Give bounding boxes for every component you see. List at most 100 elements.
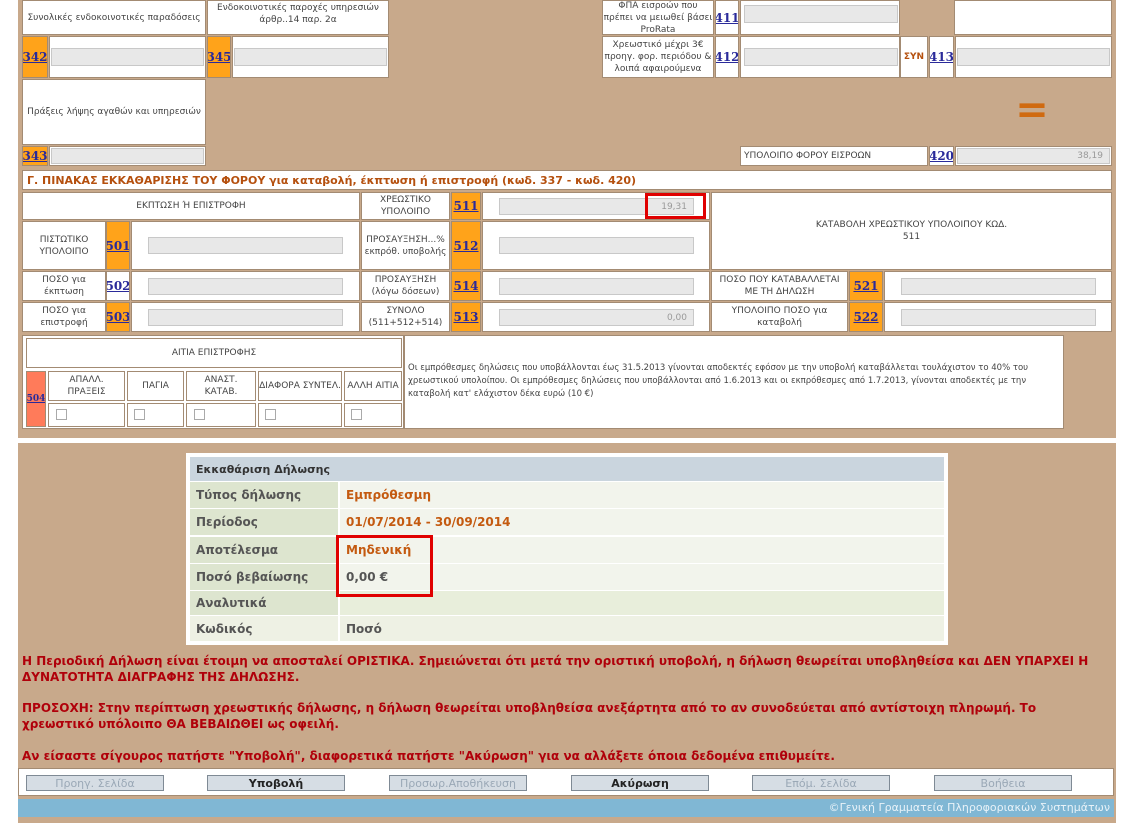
purchases-label: Πράξεις λήψης αγαθών και υπηρεσιών [22, 79, 206, 145]
cancel-button[interactable]: Ακύρωση [571, 775, 709, 791]
total-label: ΣΥΝΟΛΟ (511+512+514) [361, 302, 450, 332]
reason-rate-diff-checkbox[interactable] [194, 409, 205, 420]
deduction-refund-header: ΕΚΠΤΩΣΗ Ή ΕΠΙΣΤΡΟΦΗ [22, 192, 360, 220]
intra-community-deliveries-label: Συνολικές ενδοκοινοτικές παραδόσεις [22, 0, 206, 35]
field-521-input[interactable] [901, 278, 1096, 295]
syn-text: ΣΥΝ [903, 52, 925, 62]
surcharge-pct-label: ΠΡΟΣΑΥΞΗΣΗ...% εκπρόθ. υποβολής [361, 221, 450, 270]
code-512-link[interactable]: 512 [451, 221, 481, 270]
code-345-link[interactable]: 345 [207, 36, 231, 78]
code-514-link[interactable]: 514 [451, 271, 481, 301]
code-513-text: 513 [453, 310, 479, 324]
field-420-input[interactable]: 38,19 [957, 148, 1110, 164]
field-503-input[interactable] [148, 309, 343, 326]
declaration-type-value: Εμπρόθεσμη [340, 482, 944, 508]
separator [18, 438, 1116, 443]
amount-refund-label: ΠΟΣΟ για επιστροφή [22, 302, 106, 332]
code-413-link[interactable]: 413 [929, 36, 954, 78]
settlement-summary-panel: Εκκαθάριση Δήλωσης Τύπος δήλωσης Εμπρόθε… [186, 453, 948, 645]
field-501-input[interactable] [148, 237, 343, 254]
reason-exempt-header: ΑΠΑΛΛ. ΠΡΑΞΕΙΣ [48, 371, 125, 401]
surcharge-pct-text: ΠΡΟΣΑΥΞΗΣΗ...% εκπρόθ. υποβολής [364, 234, 447, 257]
reason-diff-coef-checkbox[interactable] [265, 409, 276, 420]
code-504-link[interactable]: 504 [26, 371, 46, 427]
field-522-input[interactable] [901, 309, 1096, 326]
intra-community-services-label: Ενδοκοινοτικές παροχές υπηρεσιών άρθρ..1… [207, 0, 389, 35]
refund-note-text: Οι εμπρόθεσμες δηλώσεις που υποβάλλονται… [408, 363, 1029, 399]
submit-button[interactable]: Υποβολή [207, 775, 345, 791]
field-502-input[interactable] [148, 278, 343, 295]
reason-other-checkbox[interactable] [351, 409, 362, 420]
amount-paid-text: ΠΟΣΟ ΠΟΥ ΚΑΤΑΒΑΛΛΕΤΑΙ ΜΕ ΤΗ ΔΗΛΩΣΗ [719, 275, 840, 297]
code-501-link[interactable]: 501 [106, 221, 130, 270]
code-501-text: 501 [106, 238, 130, 253]
temp-save-button[interactable]: Προσωρ.Αποθήκευση [389, 775, 527, 791]
equals-sign: = [1015, 87, 1049, 133]
payment-debit-text: ΚΑΤΑΒΟΛΗ ΧΡΕΩΣΤΙΚΟΥ ΥΠΟΛΟΙΠΟΥ ΚΩΔ. 511 [815, 220, 1008, 242]
button-bar: Προηγ. Σελίδα Υποβολή Προσωρ.Αποθήκευση … [18, 768, 1114, 796]
amount-paid-label: ΠΟΣΟ ΠΟΥ ΚΑΤΑΒΑΛΛΕΤΑΙ ΜΕ ΤΗ ΔΗΛΩΣΗ [711, 271, 848, 301]
field-514-input[interactable] [499, 278, 694, 295]
total-text: ΣΥΝΟΛΟ (511+512+514) [368, 306, 443, 328]
help-button[interactable]: Βοήθεια [934, 775, 1072, 791]
result-label: Αποτέλεσμα [190, 537, 338, 563]
code-513-link[interactable]: 513 [451, 302, 481, 332]
code-412-text: 412 [715, 50, 739, 64]
reason-rate-diff-text: ΑΝΑΣΤ. ΚΑΤΑΒ. [204, 375, 238, 397]
code-521-link[interactable]: 521 [849, 271, 883, 301]
code-503-link[interactable]: 503 [106, 302, 130, 332]
submission-notice: Η Περιοδική Δήλωση είναι έτοιμη να αποστ… [20, 650, 1114, 765]
highlight-511 [645, 193, 706, 219]
field-411-input[interactable] [744, 5, 898, 23]
payment-debit-header: ΚΑΤΑΒΟΛΗ ΧΡΕΩΣΤΙΚΟΥ ΥΠΟΛΟΙΠΟΥ ΚΩΔ. 511 [711, 192, 1112, 270]
code-522-link[interactable]: 522 [849, 302, 883, 332]
field-345-input[interactable] [234, 48, 387, 66]
vat-prorata-text: ΦΠΑ εισροών που πρέπει να μειωθεί βάσει … [603, 0, 713, 35]
reason-exempt-checkbox[interactable] [56, 409, 67, 420]
remaining-amount-text: ΥΠΟΛΟΙΠΟ ΠΟΣΟ για καταβολή [731, 306, 828, 328]
field-342-input[interactable] [51, 48, 204, 66]
code-413-text: 413 [929, 50, 954, 64]
assessment-amount-label: Ποσό βεβαίωσης [190, 564, 338, 590]
code-345-text: 345 [207, 50, 231, 64]
section-c-title: Γ. ΠΙΝΑΚΑΣ ΕΚΚΑΘΑΡΙΣΗΣ ΤΟΥ ΦΟΡΟΥ για κατ… [22, 170, 1112, 190]
field-512-input[interactable] [499, 237, 694, 254]
next-page-button[interactable]: Επόμ. Σελίδα [752, 775, 890, 791]
syn-label: ΣΥΝ [900, 36, 928, 78]
field-513-input[interactable]: 0,00 [499, 309, 694, 326]
code-342-text: 342 [22, 50, 48, 64]
amount-deduction-label: ΠΟΣΟ για έκπτωση [22, 271, 106, 301]
code-420-link[interactable]: 420 [929, 146, 954, 166]
code-502-link[interactable]: 502 [106, 271, 130, 301]
settlement-summary-title: Εκκαθάριση Δήλωσης [190, 457, 944, 481]
surcharge-installments-label: ΠΡΟΣΑΥΞΗΣΗ (λόγω δόσεων) [361, 271, 450, 301]
debit-prev-period-label: Χρεωστικό μέχρι 3€ προηγ. φορ. περιόδου … [602, 36, 714, 78]
notice-final-submission: Η Περιοδική Δήλωση είναι έτοιμη να αποστ… [22, 654, 1089, 684]
field-343-input[interactable] [51, 148, 204, 164]
reason-assets-checkbox[interactable] [134, 409, 145, 420]
amount-refund-text: ΠΟΣΟ για επιστροφή [40, 306, 88, 328]
code-342-link[interactable]: 342 [22, 36, 48, 78]
highlight-result [336, 535, 433, 597]
code-504-text: 504 [26, 394, 46, 404]
code-511-link[interactable]: 511 [451, 192, 481, 220]
code-502-text: 502 [106, 279, 130, 293]
notice-attention: ΠΡΟΣΟΧΗ: Στην περίπτωση χρεωστικής δήλωσ… [22, 701, 1037, 731]
code-412-link[interactable]: 412 [715, 36, 739, 78]
vat-prorata-label: ΦΠΑ εισροών που πρέπει να μειωθεί βάσει … [602, 0, 714, 35]
code-512-text: 512 [453, 238, 479, 253]
input-tax-balance-text: ΥΠΟΛΟΙΠΟ ΦΟΡΟΥ ΕΙΣΡΟΩΝ [744, 151, 872, 161]
intra-community-deliveries-text: Συνολικές ενδοκοινοτικές παραδόσεις [27, 12, 201, 23]
input-tax-balance-label: ΥΠΟΛΟΙΠΟ ΦΟΡΟΥ ΕΙΣΡΟΩΝ [740, 146, 928, 166]
code-411-text: 411 [715, 10, 739, 25]
reason-exempt-text: ΑΠΑΛΛ. ΠΡΑΞΕΙΣ [67, 375, 106, 397]
prev-page-button[interactable]: Προηγ. Σελίδα [26, 775, 164, 791]
code-343-link[interactable]: 343 [22, 146, 48, 166]
field-412-input[interactable] [744, 48, 898, 66]
amount-deduction-text: ΠΟΣΟ για έκπτωση [42, 275, 86, 297]
field-413-input[interactable] [957, 48, 1110, 66]
credit-balance-text: ΠΙΣΤΩΤΙΚΟ ΥΠΟΛΟΙΠΟ [39, 234, 89, 257]
reason-rate-diff-header: ΑΝΑΣΤ. ΚΑΤΑΒ. [186, 371, 256, 401]
debit-balance-label: ΧΡΕΩΣΤΙΚΟ ΥΠΟΛΟΙΠΟ [361, 192, 450, 220]
code-411-link[interactable]: 411 [715, 0, 739, 35]
